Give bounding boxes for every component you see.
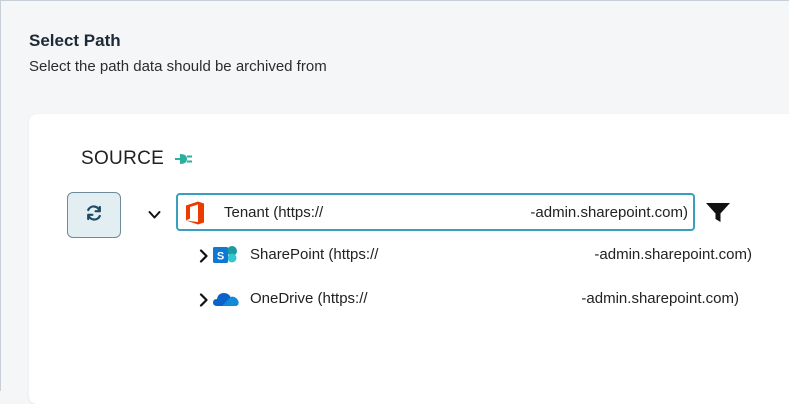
tenant-expand-chevron-down-icon[interactable] [148,207,161,219]
onedrive-expand-chevron-right-icon[interactable] [199,293,211,307]
sharepoint-label: SharePoint (https:// [250,246,379,263]
tenant-label: Tenant (https:// [224,204,324,221]
sharepoint-icon: S [212,245,238,265]
office-icon [184,201,206,230]
refresh-button[interactable] [67,192,121,238]
onedrive-domain: -admin.sharepoint.com) [581,290,739,307]
onedrive-label: OneDrive (https:// [250,290,368,307]
svg-text:S: S [217,251,224,263]
sharepoint-expand-chevron-right-icon[interactable] [199,249,211,263]
page-title: Select Path [29,31,121,50]
refresh-icon [85,204,103,227]
tree-item-tenant[interactable]: Tenant (https:// -admin.sharepoint.com) [176,193,695,231]
source-heading: SOURCE [81,148,194,170]
plug-icon [174,152,194,166]
onedrive-icon [212,289,240,309]
page-subtitle: Select the path data should be archived … [29,58,327,75]
tree-item-onedrive[interactable]: OneDrive (https:// -admin.sharepoint.com… [212,288,739,310]
tree-item-sharepoint[interactable]: S SharePoint (https:// -admin.sharepoint… [212,244,752,266]
header: Select Path Select the path data should … [29,31,327,76]
source-label: SOURCE [81,148,165,169]
tenant-domain: -admin.sharepoint.com) [530,204,688,221]
sharepoint-domain: -admin.sharepoint.com) [594,246,752,263]
filter-icon[interactable] [705,202,731,229]
source-card: SOURCE Tenant (https:// -admin.sharepoin… [29,114,789,404]
